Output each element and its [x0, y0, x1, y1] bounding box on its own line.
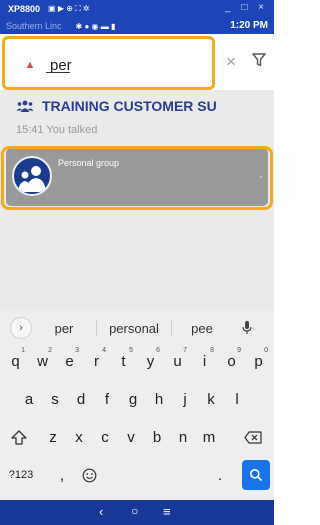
status-bar: Southern Linc ✱ ● ◉ ▬ ▮ 1:20 PM — [0, 18, 274, 34]
key-q[interactable]: q1 — [2, 346, 29, 376]
key-f[interactable]: f — [94, 384, 120, 414]
group-people-icon — [16, 100, 34, 112]
microphone-icon[interactable] — [242, 321, 252, 335]
group-highlight-frame — [1, 146, 273, 210]
status-time: 1:20 PM — [230, 20, 268, 31]
key-y[interactable]: y6 — [137, 346, 164, 376]
key-d[interactable]: d — [68, 384, 94, 414]
key-l[interactable]: l — [224, 384, 250, 414]
clear-icon[interactable]: × — [226, 52, 236, 72]
key-h[interactable]: h — [146, 384, 172, 414]
shift-icon[interactable] — [4, 422, 34, 452]
key-p[interactable]: p0 — [245, 346, 272, 376]
suggestion-item[interactable]: personal — [97, 321, 171, 336]
key-v[interactable]: v — [118, 422, 144, 452]
window-title: XP8800 — [8, 4, 41, 14]
emoji-icon[interactable] — [76, 460, 102, 490]
key-m[interactable]: m — [196, 422, 222, 452]
key-n[interactable]: n — [170, 422, 196, 452]
key-b[interactable]: b — [144, 422, 170, 452]
status-icons: ✱ ● ◉ ▬ ▮ — [75, 21, 116, 31]
suggestion-item[interactable]: per — [32, 321, 96, 336]
key-s[interactable]: s — [42, 384, 68, 414]
key-a[interactable]: a — [16, 384, 42, 414]
key-w[interactable]: w2 — [29, 346, 56, 376]
chat-result-title-row: TRAINING CUSTOMER SU — [16, 98, 217, 114]
window-controls[interactable]: _ □ × — [225, 2, 268, 13]
title-bar-icons: ▣ ▶ ⊕ ⛶ ✲ — [48, 4, 90, 13]
key-x[interactable]: x — [66, 422, 92, 452]
keyboard-row-2: a s d f g h j k l — [0, 384, 274, 420]
key-j[interactable]: j — [172, 384, 198, 414]
search-highlight-frame — [2, 36, 215, 90]
chat-result-subtitle: 15:41 You talked — [16, 124, 98, 136]
backspace-icon[interactable] — [238, 422, 268, 452]
soft-keyboard: › per personal pee q1 w2 e3 r4 t5 y6 u7 … — [0, 310, 274, 500]
nav-back-icon[interactable]: ‹ — [99, 504, 103, 519]
keyboard-back-icon[interactable]: › — [10, 317, 32, 339]
nav-recents-icon[interactable]: ≡ — [163, 504, 171, 519]
window-title-bar: XP8800 ▣ ▶ ⊕ ⛶ ✲ _ □ × — [0, 0, 274, 18]
keyboard-row-3: z x c v b n m — [0, 422, 274, 458]
suggestion-strip: › per personal pee — [0, 310, 274, 346]
space-key[interactable] — [108, 460, 208, 490]
navigation-bar: ‹ ○ ≡ — [0, 500, 274, 525]
key-k[interactable]: k — [198, 384, 224, 414]
carrier-label: Southern Linc — [6, 21, 62, 31]
keyboard-row-4: ?123 , . — [0, 460, 274, 496]
symbols-key[interactable]: ?123 — [4, 460, 38, 490]
suggestion-item[interactable]: pee — [172, 321, 232, 336]
key-r[interactable]: r4 — [83, 346, 110, 376]
nav-home-icon[interactable]: ○ — [131, 504, 138, 518]
key-i[interactable]: i8 — [191, 346, 218, 376]
key-o[interactable]: o9 — [218, 346, 245, 376]
key-e[interactable]: e3 — [56, 346, 83, 376]
key-g[interactable]: g — [120, 384, 146, 414]
chat-result-title: TRAINING CUSTOMER SU — [42, 98, 217, 114]
key-z[interactable]: z — [40, 422, 66, 452]
filter-icon[interactable] — [252, 53, 266, 67]
period-key[interactable]: . — [210, 460, 230, 490]
key-t[interactable]: t5 — [110, 346, 137, 376]
key-u[interactable]: u7 — [164, 346, 191, 376]
keyboard-row-1: q1 w2 e3 r4 t5 y6 u7 i8 o9 p0 — [0, 346, 274, 382]
comma-key[interactable]: , — [52, 460, 72, 490]
chat-result-item[interactable]: TRAINING CUSTOMER SU 15:41 You talked — [0, 90, 274, 142]
key-c[interactable]: c — [92, 422, 118, 452]
search-enter-icon[interactable] — [242, 460, 270, 490]
